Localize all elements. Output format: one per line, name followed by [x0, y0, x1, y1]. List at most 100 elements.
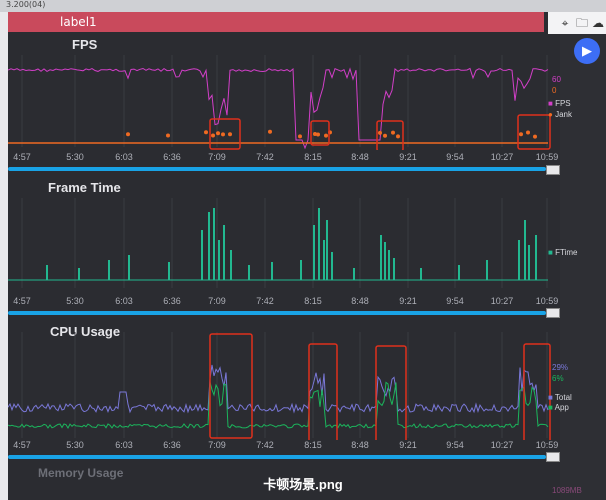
jank-marker	[519, 132, 523, 137]
frametime-bar	[208, 212, 210, 280]
x-tick-label: 7:09	[208, 440, 226, 450]
frametime-bar	[384, 242, 386, 280]
frametime-bar	[313, 225, 315, 280]
frametime-chart	[8, 198, 548, 288]
fps-scrollbar[interactable]	[8, 167, 546, 171]
frametime-bar	[223, 225, 225, 280]
cpu-highlight-box	[375, 345, 407, 440]
fps-legend-jank: ● Jank	[548, 110, 572, 119]
toolbar: ⌖ 🗀 ☁	[548, 12, 606, 34]
frametime-bar	[213, 208, 215, 280]
frametime-legend: ■ FTime	[548, 248, 578, 257]
jank-marker	[204, 130, 208, 135]
x-tick-label: 6:36	[163, 152, 181, 162]
frametime-bar	[486, 260, 488, 280]
x-tick-label: 8:48	[351, 152, 369, 162]
frametime-bar	[524, 220, 526, 280]
folder-icon[interactable]: 🗀	[575, 16, 589, 30]
x-tick-label: 9:54	[446, 296, 464, 306]
frametime-bar	[323, 240, 325, 280]
x-tick-label: 10:27	[490, 440, 514, 450]
cpu-app-line	[8, 381, 549, 430]
x-tick-label: 10:59	[535, 152, 559, 162]
x-tick-label: 10:59	[535, 440, 559, 450]
cpu-scroll-handle[interactable]	[546, 452, 560, 462]
jank-marker	[526, 130, 530, 135]
x-tick-label: 10:27	[490, 296, 514, 306]
frametime-bar	[326, 220, 328, 280]
x-tick-label: 9:21	[399, 296, 417, 306]
jank-marker	[166, 133, 170, 138]
frametime-scrollbar[interactable]	[8, 311, 546, 315]
fps-line	[8, 67, 549, 150]
location-icon[interactable]: ⌖	[558, 16, 572, 30]
frametime-bar	[528, 245, 530, 280]
jank-marker	[316, 132, 320, 137]
fps-current-value: 60	[552, 75, 561, 84]
jank-marker	[378, 130, 382, 135]
x-tick-label: 6:03	[115, 152, 133, 162]
frametime-bar	[271, 262, 273, 280]
frametime-bar	[420, 268, 422, 280]
fps-scroll-handle[interactable]	[546, 165, 560, 175]
jank-marker	[396, 134, 400, 139]
frametime-bar	[388, 250, 390, 280]
jank-marker	[126, 132, 130, 137]
left-edge	[0, 12, 8, 500]
frametime-bar	[108, 260, 110, 280]
x-tick-label: 4:57	[13, 296, 31, 306]
frametime-bar	[128, 255, 130, 280]
jank-marker	[268, 129, 272, 134]
x-tick-label: 9:21	[399, 152, 417, 162]
x-tick-label: 7:42	[256, 296, 274, 306]
frametime-bar	[248, 265, 250, 280]
fps-title: FPS	[72, 37, 98, 52]
frametime-bar	[535, 235, 537, 280]
x-tick-label: 6:03	[115, 440, 133, 450]
cpu-legend-total: ■ Total	[548, 393, 572, 402]
frametime-bar	[393, 258, 395, 280]
x-tick-label: 8:48	[351, 296, 369, 306]
x-tick-label: 8:15	[304, 440, 322, 450]
jank-marker	[383, 133, 387, 138]
cpu-scrollbar[interactable]	[8, 455, 546, 459]
cpu-app-value: 6%	[552, 374, 564, 383]
top-strip: 3.200(04)	[0, 0, 606, 12]
frametime-bar	[458, 265, 460, 280]
frametime-bar	[518, 240, 520, 280]
fps-legend-fps: ■ FPS	[548, 99, 571, 108]
fps-chart	[8, 55, 551, 150]
x-tick-label: 7:42	[256, 440, 274, 450]
frametime-bar	[168, 262, 170, 280]
x-tick-label: 7:09	[208, 296, 226, 306]
cloud-icon[interactable]: ☁	[591, 16, 605, 30]
jank-current-value: 0	[552, 86, 557, 95]
x-tick-label: 9:54	[446, 152, 464, 162]
x-tick-label: 9:54	[446, 440, 464, 450]
top-strip-text: 3.200(04)	[6, 0, 46, 9]
frametime-bar	[318, 208, 320, 280]
cpu-chart	[8, 332, 551, 440]
cpu-legend-app: ■ App	[548, 403, 569, 412]
x-tick-label: 5:30	[66, 440, 84, 450]
frametime-bar	[230, 250, 232, 280]
window-label: label1	[60, 15, 97, 29]
cpu-total-line	[8, 364, 549, 414]
frametime-bar	[218, 240, 220, 280]
title-bar: label1	[8, 12, 544, 32]
x-tick-label: 6:36	[163, 440, 181, 450]
x-tick-label: 10:27	[490, 152, 514, 162]
x-tick-label: 4:57	[13, 440, 31, 450]
cpu-total-value: 29%	[552, 363, 569, 372]
x-tick-label: 6:03	[115, 296, 133, 306]
x-tick-label: 9:21	[399, 440, 417, 450]
x-tick-label: 10:59	[535, 296, 559, 306]
jank-marker	[533, 134, 537, 139]
frametime-bar	[300, 260, 302, 280]
x-tick-label: 5:30	[66, 296, 84, 306]
x-tick-label: 8:48	[351, 440, 369, 450]
x-tick-label: 6:36	[163, 296, 181, 306]
frametime-bar	[353, 268, 355, 280]
frametime-scroll-handle[interactable]	[546, 308, 560, 318]
play-button[interactable]: ▶	[574, 38, 600, 64]
